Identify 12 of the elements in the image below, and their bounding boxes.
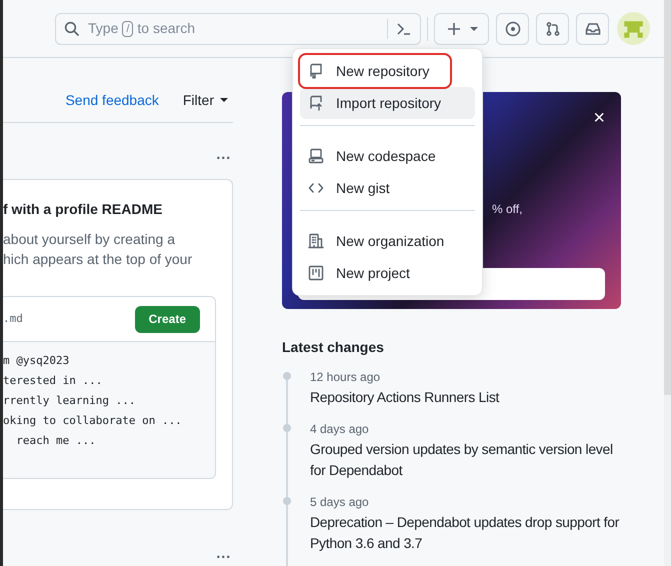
card-title: f with a profile README <box>3 200 164 219</box>
change-time: 12 hours ago <box>310 369 382 386</box>
code-preview: m @ysq2023 terested in ... rrently learning ... oking to collaborate on ... reach me ... <box>3 342 215 478</box>
file-name: .md <box>3 310 23 327</box>
change-time: 5 days ago <box>310 494 370 511</box>
shortcut-key: / <box>122 20 134 36</box>
section-title: Latest changes <box>282 338 385 357</box>
search-placeholder: to search <box>137 19 196 38</box>
card-description: about yourself by creating a hich appears at the top of your <box>3 230 194 269</box>
promo-text: % off, <box>492 201 524 218</box>
search-placeholder: Type <box>88 19 118 38</box>
change-time: 4 days ago <box>310 421 370 438</box>
